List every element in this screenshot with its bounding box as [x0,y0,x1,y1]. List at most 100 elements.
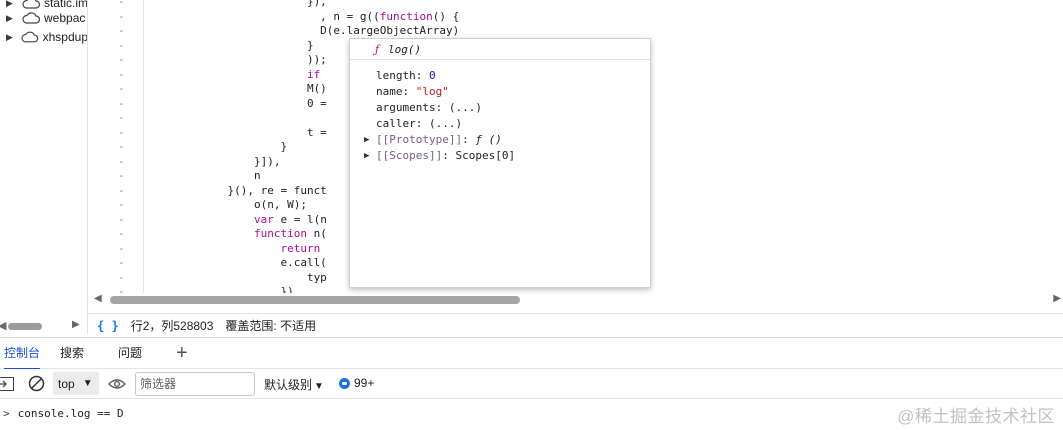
code-line: , n = g((function() { [148,9,460,23]
code-line: )); [148,53,327,66]
property-key: caller [376,117,416,130]
code-line: return [280,241,321,255]
watermark: @稀土掘金技术社区 [897,407,1055,426]
gutter-marker[interactable]: - [118,213,125,226]
log-levels-label: 默认级别 [264,378,313,392]
code-line: o(n, W); [148,198,307,211]
prompt-chevron-icon: > [3,406,10,420]
pretty-print-icon[interactable]: { } [97,319,119,333]
scrollbar-thumb[interactable] [8,323,42,330]
scrollbar-thumb[interactable] [110,296,520,304]
console-expression[interactable]: console.log == D [18,407,124,420]
gutter-marker[interactable]: - [118,256,125,269]
popover-title: log() [388,43,422,56]
code-line: function n( [253,227,327,240]
line-gutter: --------------------- [88,0,144,298]
code-line: n [148,169,261,182]
issues-counter[interactable]: 99+ [339,376,374,390]
tab-console[interactable]: 控制台 [4,338,41,370]
file-tree: ▶ static.im ▶ webpac ▶ xhspdup [0,0,88,318]
code-line: } [148,38,314,52]
gutter-marker[interactable]: - [118,198,125,211]
gutter-marker[interactable]: - [118,68,125,81]
drawer-tab-bar: 控制台 搜索 问题 + [0,337,1063,370]
code-line: D(e.largeObjectArray) [148,24,460,37]
tree-item[interactable]: ▶ xhspdup [0,27,87,47]
property-key: [[Prototype]] [376,133,463,146]
tree-horizontal-scrollbar[interactable]: ◀ ▶ [0,318,88,334]
eye-icon[interactable] [108,377,126,391]
property-value[interactable]: (...) [449,101,482,114]
gutter-marker[interactable]: - [118,82,125,95]
cloud-icon [22,12,40,24]
code-line: var e = l(n [253,212,327,226]
sidebar-toggle-icon[interactable] [0,377,14,391]
expand-triangle-icon[interactable]: ▶ [364,149,369,163]
property-value[interactable]: (...) [429,117,462,130]
gutter-marker[interactable]: - [118,111,125,124]
caret-down-icon: ▼ [314,381,324,392]
console-input-line[interactable]: > console.log == D [0,403,124,423]
code-line: }), [148,0,327,8]
gutter-marker[interactable]: - [118,126,125,139]
property-value: Scopes[0] [455,149,516,162]
code-line: }) [148,285,294,293]
property-key: [[Scopes]] [376,149,443,162]
tree-item[interactable]: ▶ webpac [0,8,87,28]
add-tab-button[interactable]: + [176,341,188,365]
gutter-marker[interactable]: - [118,169,125,182]
code-line: 0 = [148,96,327,110]
property-value: "log" [415,85,449,98]
expand-triangle-icon[interactable]: ▶ [6,32,17,43]
property-row: caller: (...) [376,117,463,130]
gutter-marker[interactable]: - [118,97,125,110]
editor-horizontal-scrollbar[interactable]: ◀ ▶ [88,293,1063,307]
cloud-icon [21,31,39,43]
coverage-status: 覆盖范围: 不适用 [225,319,317,333]
gutter-marker[interactable]: - [118,10,125,23]
context-select[interactable]: top ▼ [53,372,99,395]
scroll-right-arrow-icon[interactable]: ▶ [1053,293,1061,304]
filter-input[interactable] [135,372,255,396]
code-line: e.call( [148,256,327,269]
issues-count: 99+ [354,376,375,390]
caret-down-icon: ▼ [82,378,93,389]
gutter-marker[interactable]: - [118,227,125,240]
editor-status-bar: { } 行2，列528803 覆盖范围: 不适用 [88,313,1063,337]
property-key: arguments [376,101,436,114]
code-line: }(), re = funct [148,183,327,197]
gutter-marker[interactable]: - [118,39,125,52]
property-row: length: 0 [376,69,436,82]
object-preview-popover[interactable]: ƒ log() length: 0 name: "log" arguments: (… [349,38,651,288]
scroll-left-arrow-icon[interactable]: ◀ [0,319,6,332]
property-row[interactable]: ▶ [[Prototype]]: ƒ () [364,133,502,147]
gutter-marker[interactable]: - [118,140,125,153]
property-row: arguments: (...) [376,101,482,114]
tab-issues[interactable]: 问题 [118,338,142,369]
gutter-marker[interactable]: - [118,242,125,255]
expand-triangle-icon[interactable]: ▶ [364,133,369,147]
console-toolbar: top ▼ 默认级别▼ 99+ [0,369,1063,399]
code-line: }]), [148,154,281,168]
clear-console-icon[interactable] [28,375,45,392]
property-row[interactable]: ▶ [[Scopes]]: Scopes[0] [364,149,516,163]
gutter-marker[interactable]: - [118,271,125,284]
property-value: 0 [429,69,436,82]
tree-item-label: webpac [44,11,86,25]
context-select-value: top [58,376,75,391]
property-row: name: "log" [376,85,449,98]
scroll-left-arrow-icon[interactable]: ◀ [94,293,102,304]
gutter-marker[interactable]: - [118,184,125,197]
expand-triangle-icon[interactable]: ▶ [6,13,18,24]
log-levels-dropdown[interactable]: 默认级别 ▼ [264,376,324,393]
info-badge-icon [339,377,350,389]
scroll-right-arrow-icon[interactable]: ▶ [72,319,80,330]
popover-header: ƒ log() [350,39,650,60]
gutter-marker[interactable]: - [118,53,125,66]
tab-search[interactable]: 搜索 [60,338,84,369]
gutter-marker[interactable]: - [118,0,125,8]
property-key: name [376,85,403,98]
gutter-marker[interactable]: - [118,24,125,37]
cursor-position: 行2，列528803 [130,319,214,333]
gutter-marker[interactable]: - [118,155,125,168]
